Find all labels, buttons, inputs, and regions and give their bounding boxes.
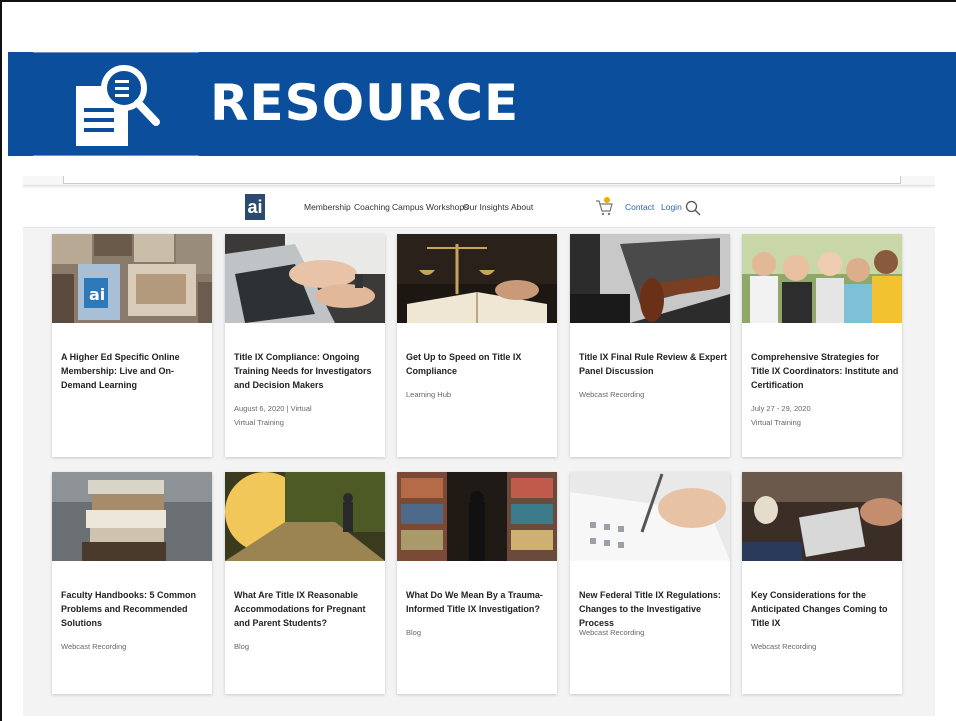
card-date: August 6, 2020 | Virtual	[234, 404, 312, 413]
resource-card-accommodations[interactable]: What Are Title IX Reasonable Accommodati…	[225, 472, 385, 694]
card-image-scales-book	[397, 234, 557, 323]
card-title[interactable]: Comprehensive Strategies for Title IX Co…	[751, 350, 899, 392]
nav-about[interactable]: About	[511, 202, 533, 212]
nav-our-insights[interactable]: Our Insights	[463, 202, 509, 212]
card-type: Webcast Recording	[579, 628, 645, 637]
card-title[interactable]: What Are Title IX Reasonable Accommodati…	[234, 588, 382, 630]
resource-card-key-considerations[interactable]: Key Considerations for the Anticipated C…	[742, 472, 902, 694]
document-search-icon	[76, 65, 160, 146]
card-type: Blog	[406, 628, 422, 637]
card-image-writing-form	[570, 472, 730, 561]
search-icon[interactable]	[685, 200, 701, 216]
card-type: Webcast Recording	[61, 642, 127, 651]
card-type: Virtual Training	[751, 418, 801, 427]
card-title[interactable]: Get Up to Speed on Title IX Compliance	[406, 350, 554, 378]
card-image-gavel-laptop	[570, 234, 730, 323]
resource-card-membership[interactable]: ai A Higher Ed Specific Online Membershi…	[52, 234, 212, 457]
card-date: July 27 - 29, 2020	[751, 404, 811, 413]
resource-card-faculty-handbooks[interactable]: Faculty Handbooks: 5 Common Problems and…	[52, 472, 212, 694]
nav-login[interactable]: Login	[661, 202, 682, 212]
resource-card-title-ix-compliance[interactable]: Get Up to Speed on Title IX Compliance L…	[397, 234, 557, 457]
site-logo[interactable]: ai	[245, 194, 265, 220]
svg-text:ai: ai	[89, 285, 105, 304]
website-screenshot: ai Membership Coaching Campus Workshops …	[23, 176, 935, 716]
card-title[interactable]: What Do We Mean By a Trauma-Informed Tit…	[406, 588, 554, 616]
card-image-laptop-typing	[225, 234, 385, 323]
card-image-meeting-table	[742, 472, 902, 561]
card-title[interactable]: A Higher Ed Specific Online Membership: …	[61, 350, 209, 392]
card-type: Blog	[234, 642, 250, 651]
card-image-park-path	[225, 472, 385, 561]
card-type: Virtual Training	[234, 418, 284, 427]
slide-title: RESOURCE	[210, 74, 520, 132]
card-title[interactable]: New Federal Title IX Regulations: Change…	[579, 588, 727, 630]
resource-card-new-regulations[interactable]: New Federal Title IX Regulations: Change…	[570, 472, 730, 694]
card-title[interactable]: Key Considerations for the Anticipated C…	[751, 588, 899, 630]
resource-card-coordinators[interactable]: Comprehensive Strategies for Title IX Co…	[742, 234, 902, 457]
nav-campus-workshops[interactable]: Campus Workshops	[392, 202, 468, 212]
card-type: Webcast Recording	[579, 390, 645, 399]
nav-coaching[interactable]: Coaching	[354, 202, 390, 212]
card-image-book-stack	[52, 472, 212, 561]
card-type: Learning Hub	[406, 390, 452, 399]
nav-membership[interactable]: Membership	[304, 202, 351, 212]
site-navbar: ai Membership Coaching Campus Workshops …	[23, 188, 935, 228]
nav-contact[interactable]: Contact	[625, 202, 654, 212]
browser-top-strip	[23, 176, 935, 186]
card-image-library-shelves	[397, 472, 557, 561]
card-title[interactable]: Title IX Compliance: Ongoing Training Ne…	[234, 350, 382, 392]
resource-card-trauma-informed[interactable]: What Do We Mean By a Trauma-Informed Tit…	[397, 472, 557, 694]
card-image-photo-collage: ai	[52, 234, 212, 323]
card-type: Webcast Recording	[751, 642, 817, 651]
resource-card-final-rule[interactable]: Title IX Final Rule Review & Expert Pane…	[570, 234, 730, 457]
cart-icon[interactable]	[595, 196, 613, 216]
card-title[interactable]: Title IX Final Rule Review & Expert Pane…	[579, 350, 727, 378]
resource-card-training-needs[interactable]: Title IX Compliance: Ongoing Training Ne…	[225, 234, 385, 457]
card-title[interactable]: Faculty Handbooks: 5 Common Problems and…	[61, 588, 209, 630]
card-image-students-group	[742, 234, 902, 323]
